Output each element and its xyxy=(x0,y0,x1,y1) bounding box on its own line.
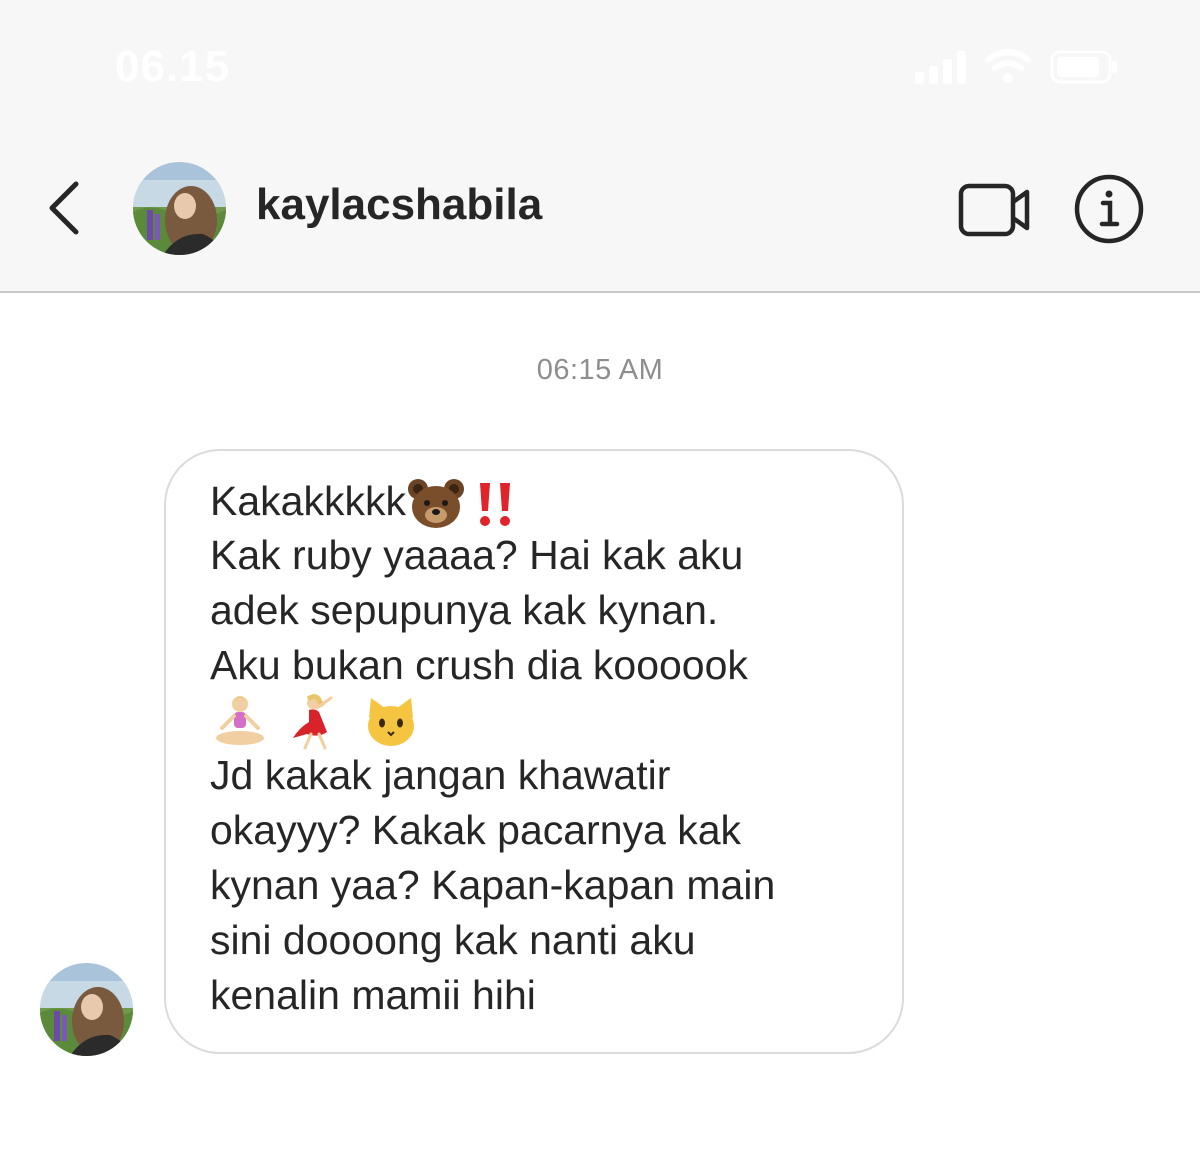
message-line-1: Kakakkkkk xyxy=(210,477,522,531)
battery-icon xyxy=(1050,50,1117,84)
message-line-3: adek sepupunya kak kynan. xyxy=(210,587,719,633)
message-text: Kakakkkkk xyxy=(210,477,406,524)
info-button[interactable] xyxy=(1073,173,1145,245)
avatar-photo xyxy=(133,162,226,255)
chat-header: kaylacshabila xyxy=(0,130,1200,293)
message-line-7: okayyy? Kakak pacarnya kak xyxy=(210,807,741,853)
video-call-button[interactable] xyxy=(957,180,1032,240)
message-line-6: Jd kakak jangan khawatir xyxy=(210,752,671,798)
avatar[interactable] xyxy=(133,162,226,255)
signal-icon xyxy=(915,50,966,84)
status-icons xyxy=(915,48,1120,84)
bear-face-icon xyxy=(407,479,464,528)
message-emoji-line xyxy=(212,694,419,750)
video-camera-icon xyxy=(958,183,1030,237)
chat-username[interactable]: kaylacshabila xyxy=(256,180,542,230)
message-line-4: Aku bukan crush dia koooook xyxy=(210,642,748,688)
wifi-icon xyxy=(985,49,1031,83)
message-line-2: Kak ruby yaaaa? Hai kak aku xyxy=(210,532,744,578)
avatar-photo xyxy=(40,963,133,1056)
double-exclamation-icon xyxy=(479,483,510,526)
message-line-10: kenalin mamii hihi xyxy=(210,972,536,1018)
sender-avatar[interactable] xyxy=(40,963,133,1056)
woman-dancing-icon xyxy=(293,694,333,750)
chevron-left-icon xyxy=(49,181,79,235)
cat-face-icon xyxy=(367,698,414,746)
message-line-8: kynan yaa? Kapan-kapan main xyxy=(210,862,776,908)
status-time: 06.15 xyxy=(115,42,231,91)
message-timestamp: 06:15 AM xyxy=(536,354,664,386)
status-bar: 06.15 xyxy=(0,0,1200,130)
info-icon xyxy=(1074,174,1144,244)
back-button[interactable] xyxy=(40,178,90,238)
person-lotus-position-icon xyxy=(216,696,264,745)
message-line-9: sini doooong kak nanti aku xyxy=(210,917,696,963)
